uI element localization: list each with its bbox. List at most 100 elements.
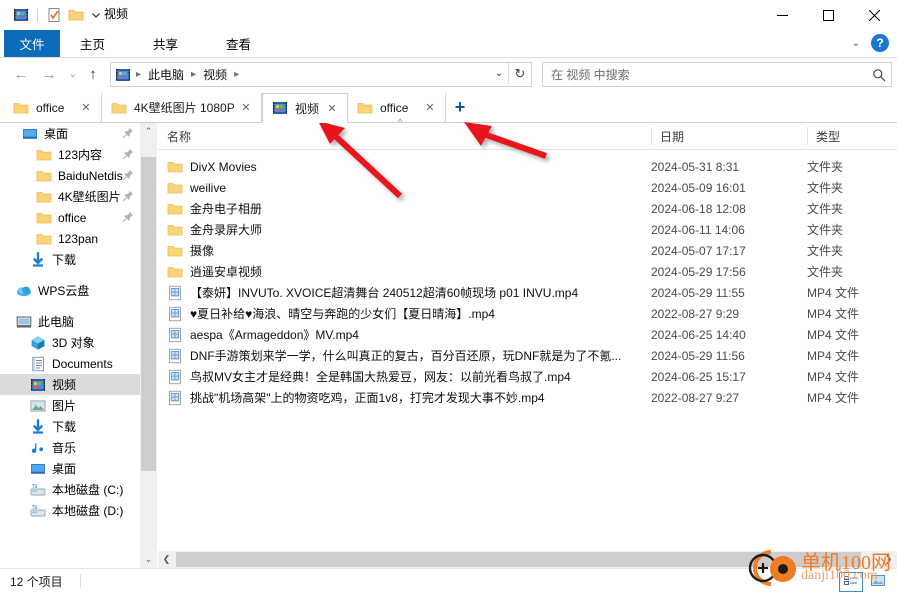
pin-icon[interactable] xyxy=(122,127,134,139)
chevron-down-icon[interactable]: ⌄ xyxy=(849,36,863,50)
column-header-type[interactable]: 类型 xyxy=(807,123,897,149)
pin-icon[interactable] xyxy=(122,211,134,223)
scrollbar-thumb[interactable] xyxy=(176,552,861,567)
sidebar-item--[interactable]: 下载 xyxy=(0,249,140,270)
sidebar-item-wps-[interactable]: WPS云盘 xyxy=(0,280,140,301)
help-icon[interactable]: ? xyxy=(871,34,889,52)
close-icon[interactable]: ✕ xyxy=(325,101,339,115)
cell-name[interactable]: weilive xyxy=(167,180,226,196)
table-row[interactable]: aespa《Armageddon》MV.mp4 2024-06-25 14:40 M… xyxy=(158,324,897,345)
sidebar-item-4k-[interactable]: 4K壁纸图片 xyxy=(0,186,140,207)
video-library-icon[interactable] xyxy=(13,7,29,23)
browser-tab-office-2[interactable]: office ✕ xyxy=(348,93,446,122)
cell-name[interactable]: 挑战"机场高架"上的物资吃鸡，正面1v8，打完才发现大事不妙.mp4 xyxy=(167,389,545,406)
table-row[interactable]: DivX Movies 2024-05-31 8:31 文件夹 xyxy=(158,156,897,177)
properties-icon[interactable] xyxy=(46,7,62,23)
table-row[interactable]: 金舟录屏大师 2024-06-11 14:06 文件夹 xyxy=(158,219,897,240)
close-icon[interactable]: ✕ xyxy=(79,101,93,115)
large-icons-view-icon[interactable] xyxy=(867,572,889,590)
forward-button[interactable]: → xyxy=(38,63,60,85)
sidebar-item-documents[interactable]: Documents xyxy=(0,353,140,374)
table-row[interactable]: 摄像 2024-05-07 17:17 文件夹 xyxy=(158,240,897,261)
table-row[interactable]: 金舟电子相册 2024-06-18 12:08 文件夹 xyxy=(158,198,897,219)
breadcrumb-separator-1[interactable]: ▸ xyxy=(131,69,146,80)
cell-name[interactable]: 逍遥安卓视频 xyxy=(167,263,262,280)
scrollbar-thumb[interactable] xyxy=(141,157,156,471)
customize-dropdown-icon[interactable] xyxy=(90,7,102,23)
close-icon[interactable]: ✕ xyxy=(423,101,437,115)
table-row[interactable]: 鸟叔MV女主才是经典！全是韩国大热爱豆，网友：以前光看鸟叔了.mp4 2024-0… xyxy=(158,366,897,387)
scroll-right-icon[interactable]: ❯ xyxy=(880,551,897,568)
details-view-icon[interactable] xyxy=(839,572,863,592)
pin-icon[interactable] xyxy=(122,190,134,202)
search-icon[interactable] xyxy=(867,64,891,85)
browser-tab-videos-active[interactable]: 视频 ✕ xyxy=(262,93,348,123)
refresh-icon[interactable]: ↻ xyxy=(508,63,531,84)
ribbon-tab-home[interactable]: 主页 xyxy=(70,30,115,57)
breadcrumb-separator-2[interactable]: ▸ xyxy=(186,69,201,80)
ribbon-tab-view[interactable]: 查看 xyxy=(216,30,261,57)
close-icon[interactable]: ✕ xyxy=(239,101,253,115)
cell-name[interactable]: 摄像 xyxy=(167,242,214,259)
breadcrumb-item-this-pc[interactable]: 此电脑 xyxy=(146,66,186,83)
sidebar-item--[interactable]: 下载 xyxy=(0,416,140,437)
scroll-up-icon[interactable]: ⌃ xyxy=(140,123,157,140)
sidebar-item--[interactable]: 音乐 xyxy=(0,437,140,458)
sidebar-item--[interactable]: 此电脑 xyxy=(0,311,140,332)
up-button[interactable]: ↑ xyxy=(82,63,104,85)
browser-tab-office-1[interactable]: office ✕ xyxy=(4,93,102,122)
column-header-date[interactable]: 日期 xyxy=(651,123,807,149)
breadcrumb-root-icon[interactable] xyxy=(115,67,131,83)
search-box[interactable]: 在 视频 中搜索 xyxy=(542,62,892,87)
table-row[interactable]: 【泰妍】INVUTo. XVOICE超清舞台 240512超清60帧现场 p01… xyxy=(158,282,897,303)
sidebar-item-office[interactable]: office xyxy=(0,207,140,228)
sidebar-item--[interactable]: 图片 xyxy=(0,395,140,416)
table-row[interactable]: 挑战"机场高架"上的物资吃鸡，正面1v8，打完才发现大事不妙.mp4 2022-0… xyxy=(158,387,897,408)
sidebar-item-123pan[interactable]: 123pan xyxy=(0,228,140,249)
cell-name[interactable]: DivX Movies xyxy=(167,159,257,175)
column-header-name[interactable]: 名称 xyxy=(158,123,651,149)
search-input[interactable]: 在 视频 中搜索 xyxy=(543,66,867,83)
table-row[interactable]: ♥夏日补给♥海浪、晴空与奔跑的少女们【夏日晴海】.mp4 2022-08-27 9… xyxy=(158,303,897,324)
cell-name[interactable]: 金舟电子相册 xyxy=(167,200,262,217)
sidebar-item-baidunetdis[interactable]: BaiduNetdis xyxy=(0,165,140,186)
table-row[interactable]: 逍遥安卓视频 2024-05-29 17:56 文件夹 xyxy=(158,261,897,282)
cell-name[interactable]: 【泰妍】INVUTo. XVOICE超清舞台 240512超清60帧现场 p01… xyxy=(167,284,578,301)
new-folder-icon[interactable] xyxy=(68,7,84,23)
minimize-button[interactable] xyxy=(759,0,805,30)
navigation-pane[interactable]: 桌面 123内容 BaiduNetdis 4K壁纸图片 office 123pan 下载 W… xyxy=(0,123,140,568)
close-button[interactable] xyxy=(851,0,897,30)
cell-name[interactable]: DNF手游策划来学一学，什么叫真正的复古，百分百还原，玩DNF就是为了不氪... xyxy=(167,347,621,364)
back-button[interactable]: ← xyxy=(10,63,32,85)
scroll-left-icon[interactable]: ❮ xyxy=(158,551,175,568)
sidebar-item--c-[interactable]: 本地磁盘 (C:) xyxy=(0,479,140,500)
new-tab-button[interactable]: + xyxy=(451,98,469,116)
sidebar-item--[interactable]: 桌面 xyxy=(0,458,140,479)
cell-name[interactable]: 鸟叔MV女主才是经典！全是韩国大热爱豆，网友：以前光看鸟叔了.mp4 xyxy=(167,368,571,385)
pin-icon[interactable] xyxy=(122,148,134,160)
sidebar-item--[interactable]: 视频 xyxy=(0,374,140,395)
maximize-button[interactable] xyxy=(805,0,851,30)
sidebar-item-3d-[interactable]: 3D 对象 xyxy=(0,332,140,353)
cell-name[interactable]: 金舟录屏大师 xyxy=(167,221,262,238)
pin-icon[interactable] xyxy=(122,169,134,181)
file-list-horizontal-scrollbar[interactable]: ❮ ❯ xyxy=(158,551,897,568)
sidebar-item-123-[interactable]: 123内容 xyxy=(0,144,140,165)
table-row[interactable]: DNF手游策划来学一学，什么叫真正的复古，百分百还原，玩DNF就是为了不氪...… xyxy=(158,345,897,366)
table-row[interactable]: weilive 2024-05-09 16:01 文件夹 xyxy=(158,177,897,198)
breadcrumb[interactable]: ▸ 此电脑 ▸ 视频 ▸ ⌄ ↻ xyxy=(110,62,532,87)
address-dropdown-icon[interactable]: ⌄ xyxy=(489,63,509,84)
recent-locations-icon[interactable]: ⌄ xyxy=(62,63,84,85)
ribbon-file-menu[interactable]: 文件 xyxy=(4,30,60,57)
breadcrumb-item-videos[interactable]: 视频 xyxy=(201,66,229,83)
ribbon-tab-share[interactable]: 共享 xyxy=(143,30,188,57)
sidebar-item--d-[interactable]: 本地磁盘 (D:) xyxy=(0,500,140,521)
scroll-down-icon[interactable]: ⌄ xyxy=(140,551,157,568)
browser-tab-4k-wallpaper[interactable]: 4K壁纸图片 1080P ✕ xyxy=(102,93,262,122)
sidebar-item--[interactable]: 桌面 xyxy=(0,123,140,144)
breadcrumb-separator-3[interactable]: ▸ xyxy=(229,69,244,80)
navigation-pane-scrollbar[interactable]: ⌃ ⌄ xyxy=(140,123,157,568)
file-list-pane: 名称 日期 类型 DivX Movies 2024-05-31 8:31 文件夹 we… xyxy=(158,123,897,551)
cell-name[interactable]: aespa《Armageddon》MV.mp4 xyxy=(167,326,359,343)
cell-name[interactable]: ♥夏日补给♥海浪、晴空与奔跑的少女们【夏日晴海】.mp4 xyxy=(167,305,495,322)
